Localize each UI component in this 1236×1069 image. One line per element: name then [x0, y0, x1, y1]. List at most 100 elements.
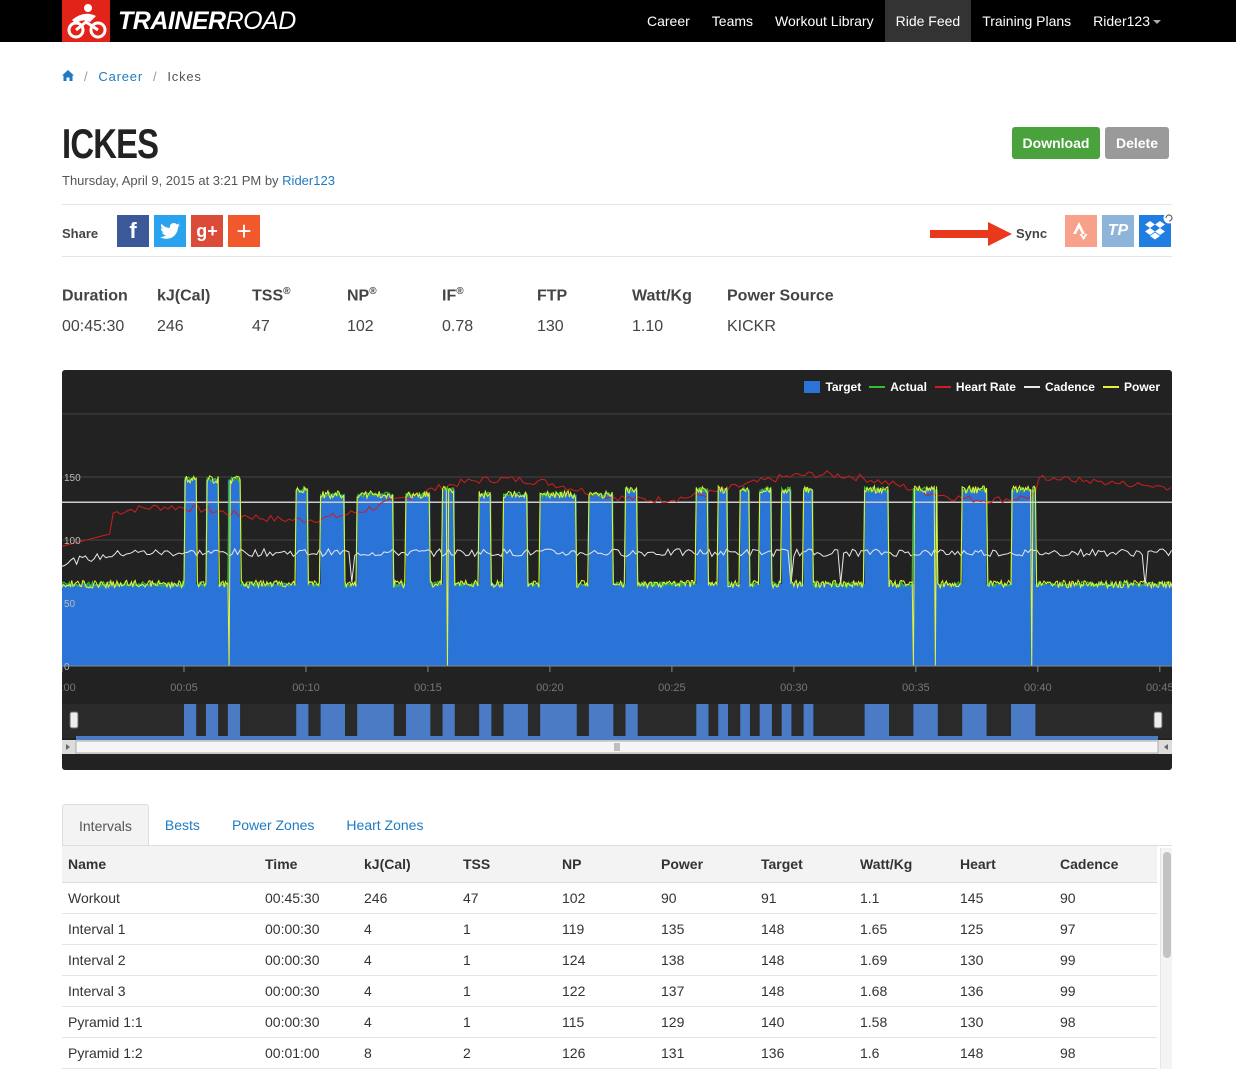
trainerroad-logo[interactable]: TRAINERROAD	[62, 0, 296, 42]
nav-ride-feed[interactable]: Ride Feed	[884, 0, 972, 42]
tab-heart-zones[interactable]: Heart Zones	[330, 804, 439, 846]
table-cell: Interval 1	[62, 913, 259, 945]
dropbox-icon[interactable]	[1139, 212, 1175, 247]
table-cell: 4	[358, 1006, 457, 1038]
column-header[interactable]: Time	[259, 846, 358, 883]
table-header-row: Name Time kJ(Cal) TSS NP Power Target Watt/Kg He…	[62, 846, 1157, 883]
stat-kj: kJ(Cal) 246	[157, 286, 252, 336]
breadcrumb-career[interactable]: Career	[98, 69, 143, 84]
trainingpeaks-icon[interactable]: TP	[1102, 215, 1134, 247]
table-scrollbar[interactable]	[1160, 848, 1172, 1069]
stat-ftp: FTP 130	[537, 286, 632, 336]
download-button[interactable]: Download	[1012, 127, 1100, 159]
table-cell: 136	[755, 1037, 854, 1069]
table-cell: 1.58	[854, 1006, 954, 1038]
navigator-interval	[405, 704, 431, 738]
navigator-interval	[962, 704, 987, 738]
stat-label: FTP	[537, 287, 568, 305]
column-header[interactable]: Target	[755, 846, 854, 883]
tab-intervals[interactable]: Intervals	[62, 804, 149, 846]
x-tick-label: 00:10	[292, 682, 320, 694]
tab-bests[interactable]: Bests	[149, 804, 216, 846]
stat-label: NP	[347, 287, 370, 305]
table-row[interactable]: Pyramid 1:2 00:01:00 8 2 126 131 136 1.6 148 98	[62, 1037, 1157, 1069]
chart-legend: Target Actual Heart Rate Cadence Power	[796, 380, 1160, 394]
x-tick-label: 00:30	[780, 682, 808, 694]
nav-teams[interactable]: Teams	[701, 0, 764, 42]
stat-value: 0.78	[442, 318, 474, 336]
add-share-icon[interactable]: +	[228, 215, 260, 247]
table-cell: 4	[358, 975, 457, 1007]
legend-swatch	[934, 386, 951, 388]
legend-heart-rate[interactable]: Heart Rate	[934, 380, 1016, 394]
column-header[interactable]: TSS	[457, 846, 556, 883]
table-cell: 145	[954, 882, 1054, 914]
table-row[interactable]: Interval 3 00:00:30 4 1 122 137 148 1.68 136 99	[62, 975, 1157, 1007]
stat-label: Watt/Kg	[632, 287, 692, 305]
stat-duration: Duration 00:45:30	[62, 286, 157, 336]
y-tick-label: 100	[64, 536, 81, 547]
table-cell: 4	[358, 944, 457, 976]
page-title: ICKES	[62, 120, 159, 167]
sync-label: Sync	[1016, 226, 1048, 241]
ride-author-link[interactable]: Rider123	[282, 173, 335, 188]
y-tick-label: 50	[64, 599, 76, 610]
column-header[interactable]: kJ(Cal)	[358, 846, 457, 883]
delete-button[interactable]: Delete	[1105, 127, 1169, 159]
legend-cadence[interactable]: Cadence	[1023, 380, 1095, 394]
navigator-interval	[588, 704, 614, 738]
stat-value: 47	[252, 318, 270, 336]
table-row[interactable]: Interval 1 00:00:30 4 1 119 135 148 1.65 125 97	[62, 913, 1157, 945]
ride-date: Thursday, April 9, 2015 at 3:21 PM by Ri…	[62, 173, 335, 188]
red-arrow-icon	[930, 222, 1012, 246]
legend-power[interactable]: Power	[1102, 380, 1160, 394]
nav-workout-library[interactable]: Workout Library	[764, 0, 885, 42]
legend-label: Heart Rate	[955, 380, 1016, 394]
legend-swatch	[804, 381, 821, 393]
main-nav: Career Teams Workout Library Ride Feed T…	[636, 0, 1172, 42]
user-name: Rider123	[1093, 13, 1150, 29]
table-cell: 137	[655, 975, 755, 1007]
x-tick-label: 00:00	[62, 682, 76, 694]
table-row[interactable]: Interval 2 00:00:30 4 1 124 138 148 1.69 130 99	[62, 944, 1157, 976]
table-row[interactable]: Pyramid 1:1 00:00:30 4 1 115 129 140 1.58 130 98	[62, 1006, 1157, 1038]
table-cell: 102	[556, 882, 655, 914]
table-cell: 1.69	[854, 944, 954, 976]
workout-chart[interactable]: 150 100 50 0 00:00 00:05 00:10 00:15 00:20 00:25 0…	[62, 370, 1172, 770]
column-header[interactable]: Name	[62, 846, 259, 883]
intervals-table-container[interactable]: Name Time kJ(Cal) TSS NP Power Target Watt/Kg He…	[62, 846, 1172, 1069]
intervals-table: Name Time kJ(Cal) TSS NP Power Target Watt/Kg He…	[62, 846, 1157, 1069]
google-plus-icon[interactable]: g+	[191, 215, 223, 247]
table-cell: 99	[1054, 944, 1157, 976]
refresh-icon	[1163, 212, 1175, 224]
nav-training-plans[interactable]: Training Plans	[971, 0, 1082, 42]
x-tick-label: 00:25	[658, 682, 686, 694]
home-icon[interactable]	[62, 69, 74, 84]
legend-swatch	[869, 386, 886, 388]
legend-actual[interactable]: Actual	[869, 380, 927, 394]
column-header[interactable]: Watt/Kg	[854, 846, 954, 883]
top-navbar: TRAINERROAD Career Teams Workout Library…	[0, 0, 1236, 42]
table-cell: 130	[954, 1006, 1054, 1038]
stat-label-sup: ®	[283, 286, 291, 297]
table-cell: 00:00:30	[259, 913, 358, 945]
table-row[interactable]: Workout 00:45:30 246 47 102 90 91 1.1 145 90	[62, 882, 1157, 914]
scrollbar-thumb[interactable]	[1163, 852, 1171, 958]
twitter-icon[interactable]	[154, 215, 186, 247]
table-body: Workout 00:45:30 246 47 102 90 91 1.1 145 90 Inter…	[62, 882, 1157, 1069]
column-header[interactable]: NP	[556, 846, 655, 883]
strava-icon[interactable]	[1065, 215, 1097, 247]
user-menu[interactable]: Rider123	[1082, 0, 1172, 42]
column-header[interactable]: Power	[655, 846, 755, 883]
ride-date-text: Thursday, April 9, 2015 at 3:21 PM by	[62, 173, 279, 188]
nav-career[interactable]: Career	[636, 0, 701, 42]
column-header[interactable]: Cadence	[1054, 846, 1157, 883]
facebook-icon[interactable]: f	[117, 215, 149, 247]
column-header[interactable]: Heart	[954, 846, 1054, 883]
x-tick-label: 00:45	[1146, 682, 1172, 694]
stat-label: Power Source	[727, 287, 834, 305]
tab-power-zones[interactable]: Power Zones	[216, 804, 330, 846]
legend-target[interactable]: Target	[804, 380, 861, 394]
navigator-interval	[442, 704, 455, 738]
legend-label: Cadence	[1044, 380, 1095, 394]
